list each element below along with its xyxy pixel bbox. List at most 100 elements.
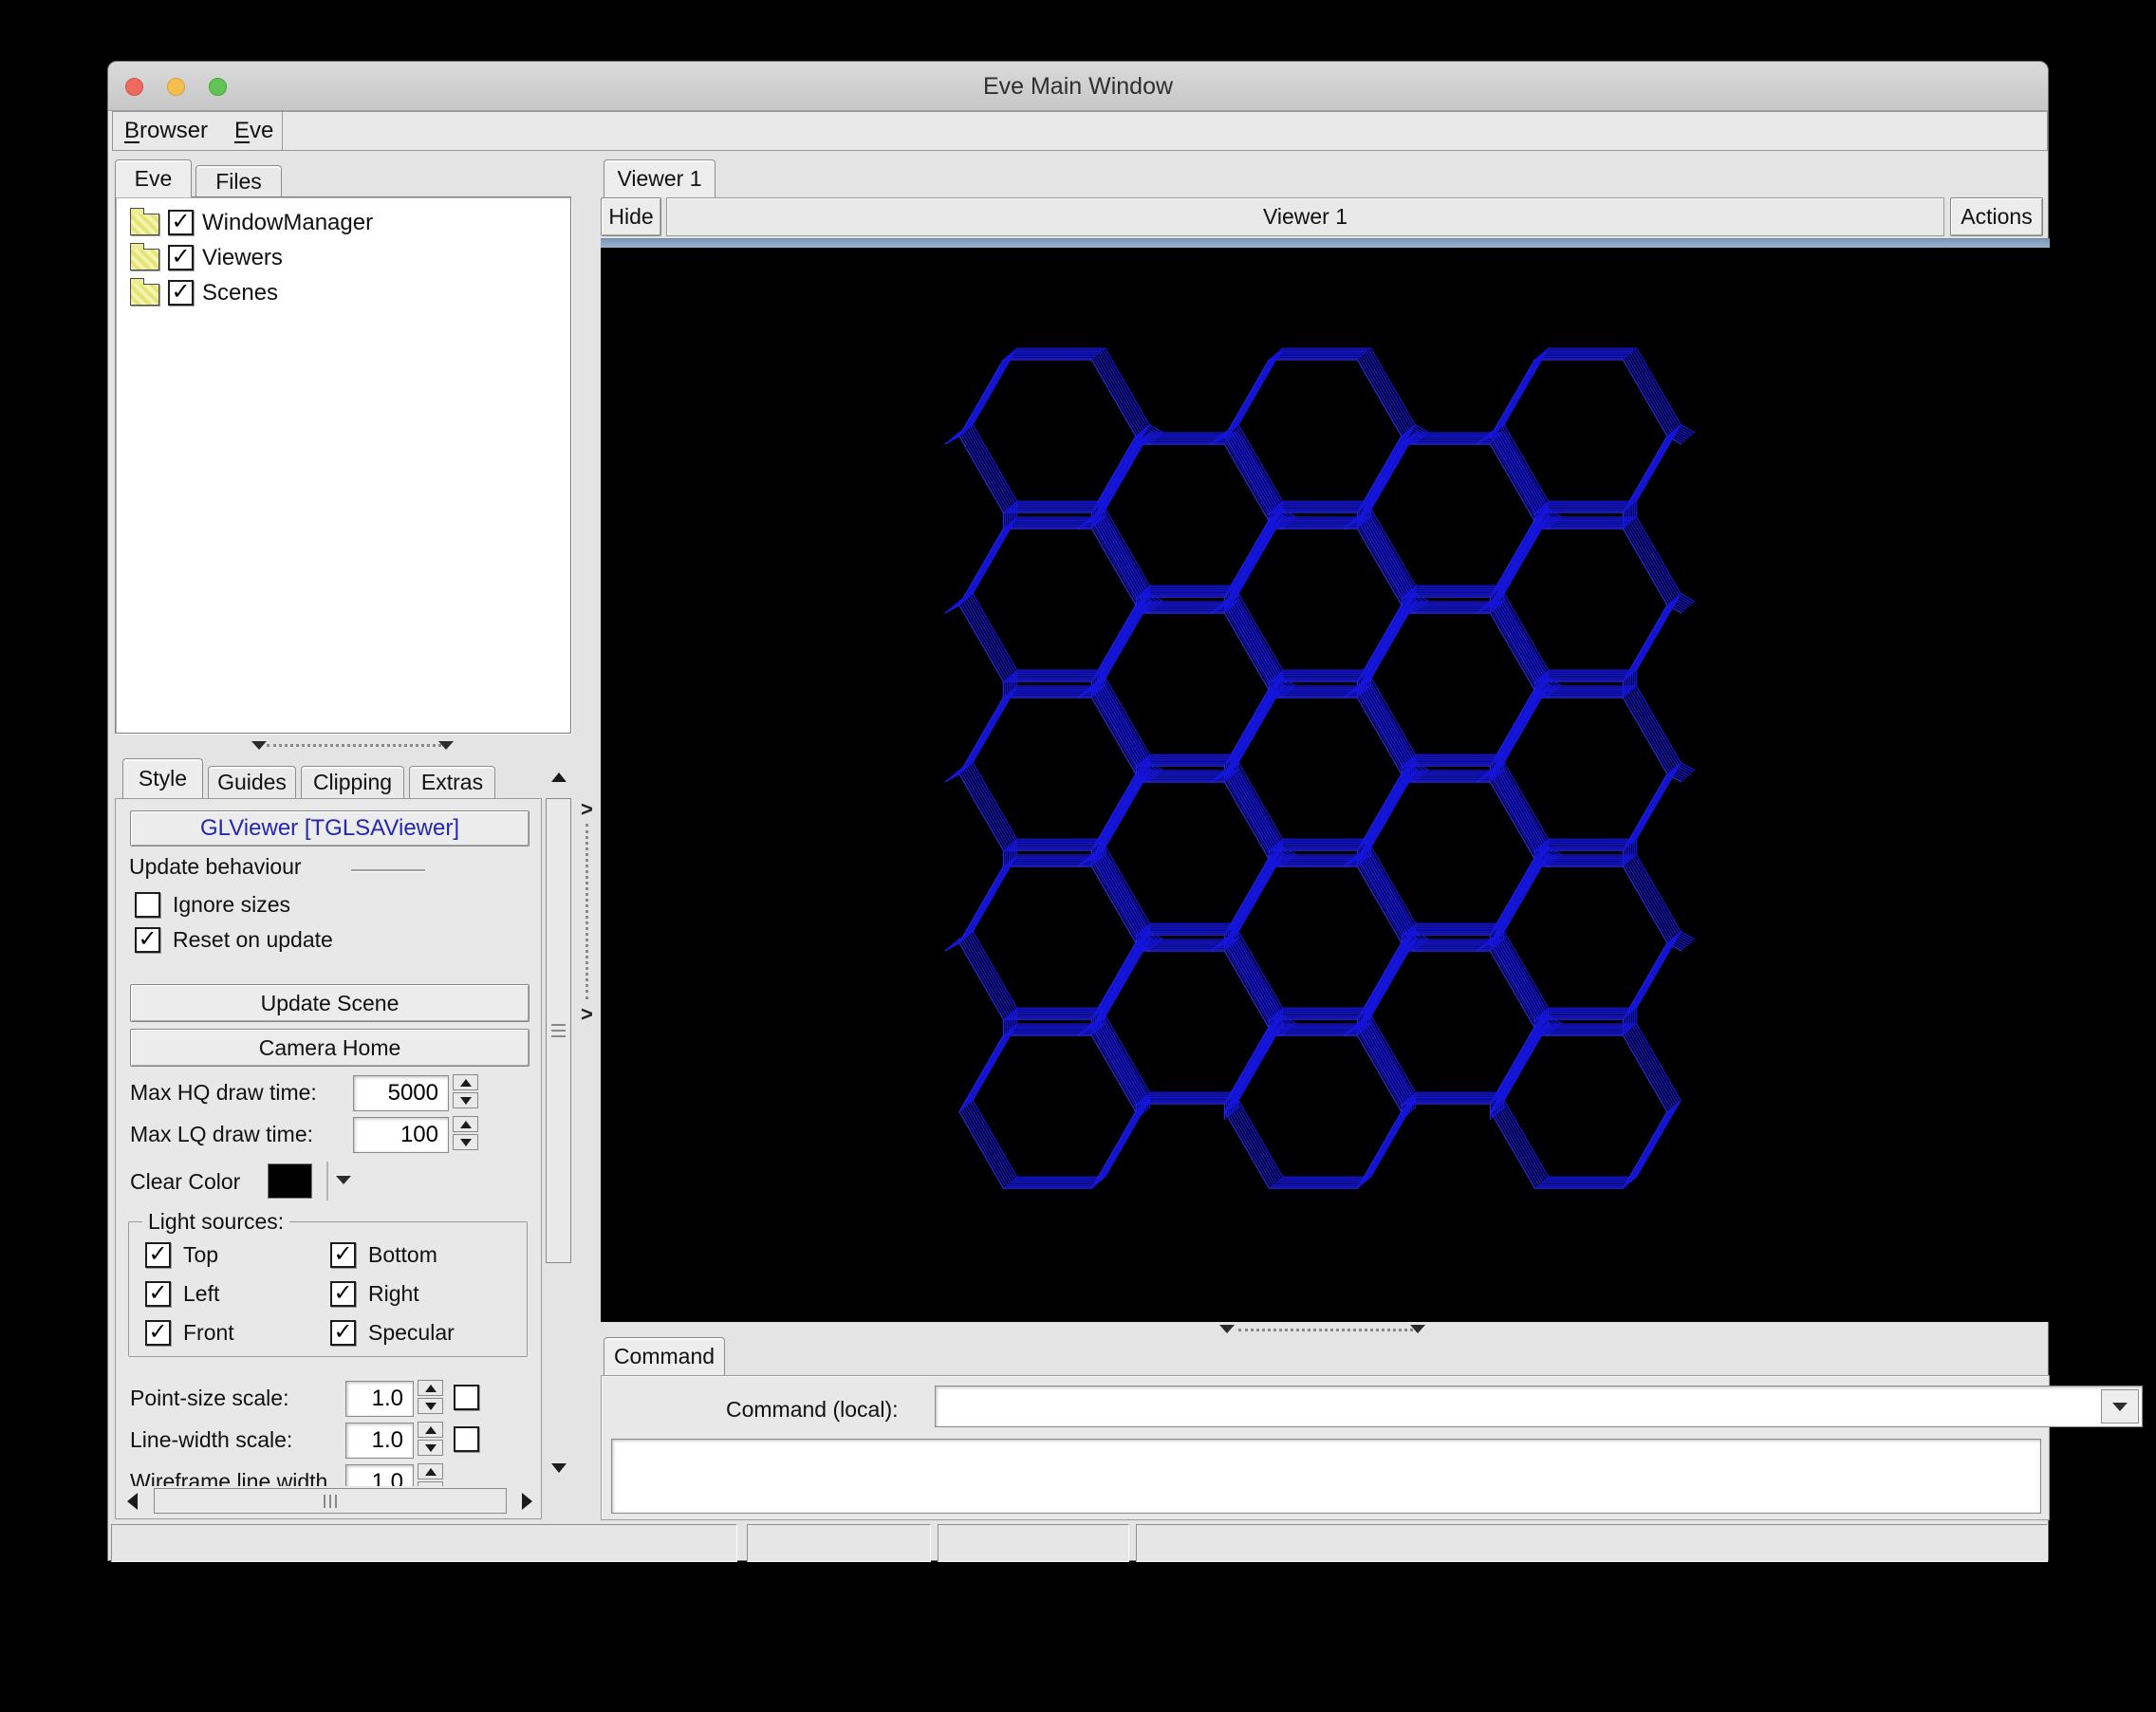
point-size-input[interactable]: 1.0 — [345, 1381, 414, 1417]
scroll-up-icon[interactable] — [546, 764, 572, 791]
tree-checkbox[interactable] — [168, 245, 194, 270]
folder-icon — [130, 278, 159, 306]
ignore-sizes-checkbox[interactable] — [135, 892, 160, 918]
light-right-row[interactable]: Right — [330, 1281, 419, 1307]
menu-browser[interactable]: Browser — [124, 118, 208, 144]
tab-viewer-1[interactable]: Viewer 1 — [604, 159, 716, 197]
tab-eve[interactable]: Eve — [115, 159, 192, 197]
light-top-row[interactable]: Top — [145, 1242, 218, 1268]
line-width-increment-button[interactable] — [418, 1422, 443, 1438]
scroll-right-icon[interactable] — [512, 1486, 541, 1517]
line-width-decrement-button[interactable] — [418, 1440, 443, 1456]
tab-style[interactable]: Style — [122, 758, 203, 798]
hide-button[interactable]: Hide — [601, 197, 661, 236]
reset-on-update-label: Reset on update — [173, 927, 333, 952]
tab-files[interactable]: Files — [195, 165, 282, 197]
tab-command[interactable]: Command — [604, 1337, 725, 1375]
style-panel-horizontal-scrollbar[interactable] — [118, 1486, 541, 1517]
command-output-area[interactable] — [611, 1439, 2041, 1514]
folder-icon — [130, 208, 159, 235]
light-specular-row[interactable]: Specular — [330, 1320, 455, 1346]
max-lq-input[interactable]: 100 — [353, 1117, 449, 1153]
update-scene-button[interactable]: Update Scene — [130, 984, 530, 1022]
max-hq-decrement-button[interactable] — [453, 1092, 478, 1108]
viewer-accent-bar — [601, 238, 2050, 248]
light-sources-group: Light sources: Top Bottom Left Right Fro… — [128, 1209, 528, 1357]
clear-color-swatch[interactable] — [268, 1163, 312, 1199]
wireframe-increment-button[interactable] — [418, 1463, 443, 1479]
menu-frame: Browser Eve — [112, 111, 283, 151]
reset-on-update-row[interactable]: Reset on update — [135, 927, 333, 953]
tab-clipping[interactable]: Clipping — [301, 766, 404, 798]
light-left-row[interactable]: Left — [145, 1281, 219, 1307]
line-width-scale-row: Line-width scale: 1.0 — [116, 1422, 541, 1460]
tree-item-windowmanager[interactable]: WindowManager — [116, 205, 570, 240]
vertical-scrollbar-thumb[interactable] — [546, 798, 571, 1263]
reset-on-update-checkbox[interactable] — [135, 927, 160, 953]
command-input[interactable] — [939, 1390, 2097, 1423]
light-bottom-checkbox[interactable] — [330, 1242, 356, 1268]
command-combobox[interactable] — [935, 1386, 2143, 1427]
clear-color-label: Clear Color — [130, 1169, 241, 1194]
tree-checkbox[interactable] — [168, 210, 194, 235]
scrollbar-thumb[interactable] — [154, 1488, 507, 1514]
line-width-checkbox[interactable] — [454, 1426, 479, 1452]
light-top-checkbox[interactable] — [145, 1242, 171, 1268]
actions-button[interactable]: Actions — [1950, 197, 2043, 236]
point-size-checkbox[interactable] — [454, 1385, 479, 1410]
point-size-increment-button[interactable] — [418, 1380, 443, 1396]
status-segment — [111, 1524, 737, 1562]
tree-checkbox[interactable] — [168, 280, 194, 306]
tab-extras[interactable]: Extras — [409, 766, 495, 798]
light-sources-legend: Light sources: — [148, 1209, 285, 1234]
scroll-down-icon[interactable] — [546, 1455, 572, 1481]
tab-guides[interactable]: Guides — [208, 766, 296, 798]
camera-home-button[interactable]: Camera Home — [130, 1029, 530, 1067]
folder-icon — [130, 243, 159, 270]
gl-viewport[interactable] — [601, 248, 2050, 1322]
light-front-row[interactable]: Front — [145, 1320, 234, 1346]
point-size-decrement-button[interactable] — [418, 1398, 443, 1414]
max-hq-input[interactable]: 5000 — [353, 1075, 449, 1111]
menu-eve[interactable]: Eve — [234, 118, 273, 144]
tree-item-label: Viewers — [202, 244, 283, 270]
divider — [326, 1162, 328, 1200]
clear-color-row: Clear Color — [116, 1162, 541, 1200]
group-divider — [351, 869, 425, 871]
light-right-checkbox[interactable] — [330, 1281, 356, 1307]
window-title: Eve Main Window — [982, 73, 1174, 100]
splitter-line — [585, 824, 588, 999]
ignore-sizes-row[interactable]: Ignore sizes — [135, 892, 290, 918]
line-width-input[interactable]: 1.0 — [345, 1423, 414, 1459]
eve-main-window: Eve Main Window Browser Eve Eve Files Wi… — [107, 61, 2143, 1562]
status-segment — [747, 1524, 931, 1562]
horizontal-splitter[interactable] — [601, 1322, 2050, 1339]
update-behaviour-label: Update behaviour — [129, 854, 302, 879]
light-specular-checkbox[interactable] — [330, 1320, 356, 1346]
max-lq-draw-time-row: Max LQ draw time: 100 — [116, 1116, 541, 1154]
max-lq-decrement-button[interactable] — [453, 1134, 478, 1150]
tree-item-scenes[interactable]: Scenes — [116, 275, 570, 310]
max-hq-increment-button[interactable] — [453, 1074, 478, 1090]
clear-color-dropdown-icon[interactable] — [336, 1176, 351, 1184]
light-front-checkbox[interactable] — [145, 1320, 171, 1346]
point-size-scale-row: Point-size scale: 1.0 — [116, 1380, 541, 1418]
max-lq-increment-button[interactable] — [453, 1116, 478, 1132]
tree-item-viewers[interactable]: Viewers — [116, 240, 570, 275]
max-hq-draw-time-row: Max HQ draw time: 5000 — [116, 1074, 541, 1112]
scroll-left-icon[interactable] — [118, 1486, 146, 1517]
light-left-checkbox[interactable] — [145, 1281, 171, 1307]
status-bar — [108, 1524, 2048, 1562]
combobox-dropdown-icon[interactable] — [2101, 1389, 2139, 1424]
splitter-collapse-icon — [438, 741, 454, 750]
vertical-splitter[interactable]: > > — [580, 159, 595, 1519]
viewer-title-bar: Viewer 1 — [666, 197, 1944, 236]
glviewer-button[interactable]: GLViewer [TGLSAViewer] — [130, 810, 530, 847]
eve-tree: WindowManager Viewers Scenes — [115, 196, 571, 734]
line-width-label: Line-width scale: — [130, 1427, 293, 1452]
splitter-line — [1238, 1329, 1419, 1331]
horizontal-splitter[interactable] — [115, 734, 571, 758]
max-lq-label: Max LQ draw time: — [130, 1122, 313, 1146]
light-bottom-row[interactable]: Bottom — [330, 1242, 437, 1268]
splitter-collapse-icon — [1219, 1325, 1235, 1333]
